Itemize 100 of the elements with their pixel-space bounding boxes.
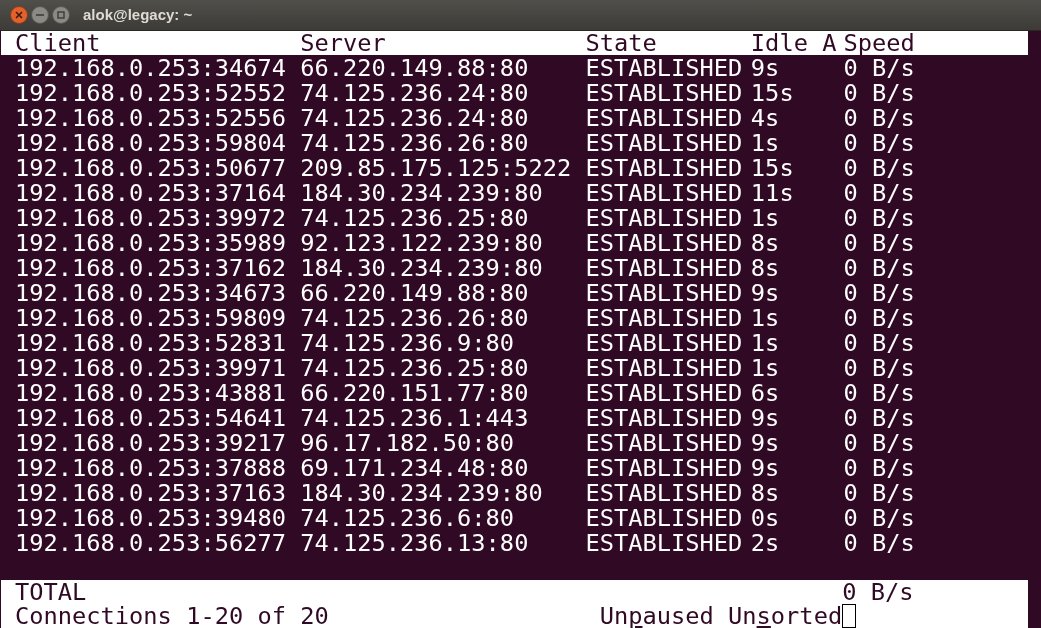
- column-header[interactable]: Idle A: [750, 31, 844, 55]
- toggle-status: Unsorted: [728, 604, 843, 628]
- table-cell-text: 192.168.0.253:39217: [15, 431, 287, 456]
- table-cell-text: 192.168.0.253:37888: [15, 456, 287, 481]
- table-cell-text: 6s: [750, 381, 781, 406]
- table-cell-text: 0 B/s: [843, 456, 916, 481]
- table-cell-text: 192.168.0.253:50677: [15, 156, 287, 181]
- table-cell-text: 192.168.0.253:37164: [15, 181, 287, 206]
- table-cell-text: ESTABLISHED: [585, 206, 744, 231]
- table-cell-text: 2s: [750, 531, 781, 556]
- table-cell-text: 192.168.0.253:37163: [15, 481, 287, 506]
- table-cell-text: ESTABLISHED: [585, 231, 744, 256]
- total-speed: 0 B/s: [842, 580, 914, 604]
- table-cell-text: 184.30.234.239:80: [300, 256, 544, 281]
- table-cell-text: 9s: [750, 456, 781, 481]
- table-cell-text: 9s: [750, 281, 781, 306]
- table-cell-text: 74.125.236.25:80: [300, 206, 530, 231]
- table-cell-text: 8s: [750, 256, 781, 281]
- table-cell-text: 0 B/s: [843, 256, 916, 281]
- table-cell-text: 192.168.0.253:34673: [15, 281, 287, 306]
- minimize-icon: [36, 11, 44, 19]
- table-cell-text: 74.125.236.1:443: [300, 406, 530, 431]
- table-cell-text: 0 B/s: [843, 281, 916, 306]
- table-cell-text: 15s: [750, 81, 795, 106]
- table-cell-text: 74.125.236.24:80: [300, 81, 530, 106]
- table-cell-text: 192.168.0.253:52552: [15, 81, 287, 106]
- table-cell-text: 74.125.236.26:80: [300, 131, 530, 156]
- table-cell-text: 0 B/s: [843, 356, 916, 381]
- table-cell-text: 0 B/s: [843, 131, 916, 156]
- table-cell-text: 9s: [750, 56, 781, 81]
- table-cell-text: 8s: [750, 481, 781, 506]
- table-cell-text: 69.171.234.48:80: [300, 456, 530, 481]
- table-cell-text: ESTABLISHED: [585, 381, 744, 406]
- table-cell-text: 184.30.234.239:80: [300, 481, 544, 506]
- table-cell-text: 192.168.0.253:56277: [15, 531, 287, 556]
- table-cell-text: ESTABLISHED: [585, 181, 744, 206]
- table-cell-text: 74.125.236.25:80: [300, 356, 530, 381]
- table-cell-text: 1s: [750, 206, 781, 231]
- table-cell-text: 9s: [750, 431, 781, 456]
- table-cell-text: 0 B/s: [843, 156, 916, 181]
- table-cell-text: 192.168.0.253:43881: [15, 381, 287, 406]
- table-cell-text: 0 B/s: [843, 481, 916, 506]
- table-cell-text: 1s: [750, 131, 781, 156]
- column-header[interactable]: Speed: [843, 31, 958, 55]
- column-header[interactable]: Server: [300, 31, 586, 55]
- table-cell-text: 209.85.175.125:5222: [300, 156, 573, 181]
- table-cell-text: ESTABLISHED: [585, 106, 744, 131]
- table-cell-text: 74.125.236.9:80: [300, 331, 516, 356]
- total-label: TOTAL: [15, 580, 88, 604]
- table-cell-text: 92.123.122.239:80: [300, 231, 544, 256]
- table-cell-text: 4s: [750, 106, 781, 131]
- table-cell-text: 1s: [750, 331, 781, 356]
- table-cell-text: ESTABLISHED: [585, 531, 744, 556]
- table-cell-text: 74.125.236.6:80: [300, 506, 516, 531]
- table-cell-text: 192.168.0.253:37162: [15, 256, 287, 281]
- table-cell-text: 192.168.0.253:52556: [15, 106, 287, 131]
- table-cell-text: 8s: [750, 231, 781, 256]
- table-cell-text: 1s: [750, 306, 781, 331]
- table-cell-text: ESTABLISHED: [585, 431, 744, 456]
- table-cell-text: ESTABLISHED: [585, 281, 744, 306]
- table-cell-text: 0s: [750, 506, 781, 531]
- table-cell-text: ESTABLISHED: [585, 56, 744, 81]
- column-header[interactable]: Client: [15, 31, 301, 55]
- table-cell-text: 192.168.0.253:39972: [15, 206, 287, 231]
- close-button[interactable]: [10, 6, 28, 24]
- table-cell-text: 192.168.0.253:52831: [15, 331, 287, 356]
- table-cell-text: 0 B/s: [843, 306, 916, 331]
- window-title: alok@legacy: ~: [83, 4, 193, 25]
- table-cell-text: 96.17.182.50:80: [300, 431, 516, 456]
- table-cell-text: ESTABLISHED: [585, 356, 744, 381]
- maximize-button[interactable]: [52, 6, 70, 24]
- table-cell-text: 0 B/s: [843, 231, 916, 256]
- minimize-button[interactable]: [31, 6, 49, 24]
- maximize-icon: [57, 11, 65, 19]
- close-icon: [15, 11, 23, 19]
- table-cell-text: 9s: [750, 406, 781, 431]
- table-cell-text: 15s: [750, 156, 795, 181]
- table-cell-text: ESTABLISHED: [585, 406, 744, 431]
- table-cell-text: 192.168.0.253:59809: [15, 306, 287, 331]
- table-cell-text: 74.125.236.13:80: [300, 531, 530, 556]
- table-cell-text: ESTABLISHED: [585, 506, 744, 531]
- table-cell-text: 192.168.0.253:34674: [15, 56, 287, 81]
- column-header[interactable]: State: [585, 31, 751, 55]
- table-cell-text: 66.220.151.77:80: [300, 381, 530, 406]
- table-cell-text: 184.30.234.239:80: [300, 181, 544, 206]
- table-cell-text: 0 B/s: [843, 506, 916, 531]
- toggle-status: Unpaused: [599, 604, 715, 628]
- table-cell-text: 11s: [750, 181, 795, 206]
- table-cell-text: ESTABLISHED: [585, 256, 744, 281]
- table-cell-text: 66.220.149.88:80: [300, 56, 530, 81]
- table-cell-text: ESTABLISHED: [585, 481, 744, 506]
- table-cell-text: 0 B/s: [843, 56, 916, 81]
- table-cell-text: 66.220.149.88:80: [300, 281, 530, 306]
- table-cell-text: 192.168.0.253:35989: [15, 231, 287, 256]
- table-cell-text: 0 B/s: [843, 331, 916, 356]
- table-cell-text: 74.125.236.24:80: [300, 106, 530, 131]
- table-cell-text: 0 B/s: [843, 106, 916, 131]
- table-cell-text: 0 B/s: [843, 181, 916, 206]
- table-cell-text: ESTABLISHED: [585, 81, 744, 106]
- table-cell-text: ESTABLISHED: [585, 331, 744, 356]
